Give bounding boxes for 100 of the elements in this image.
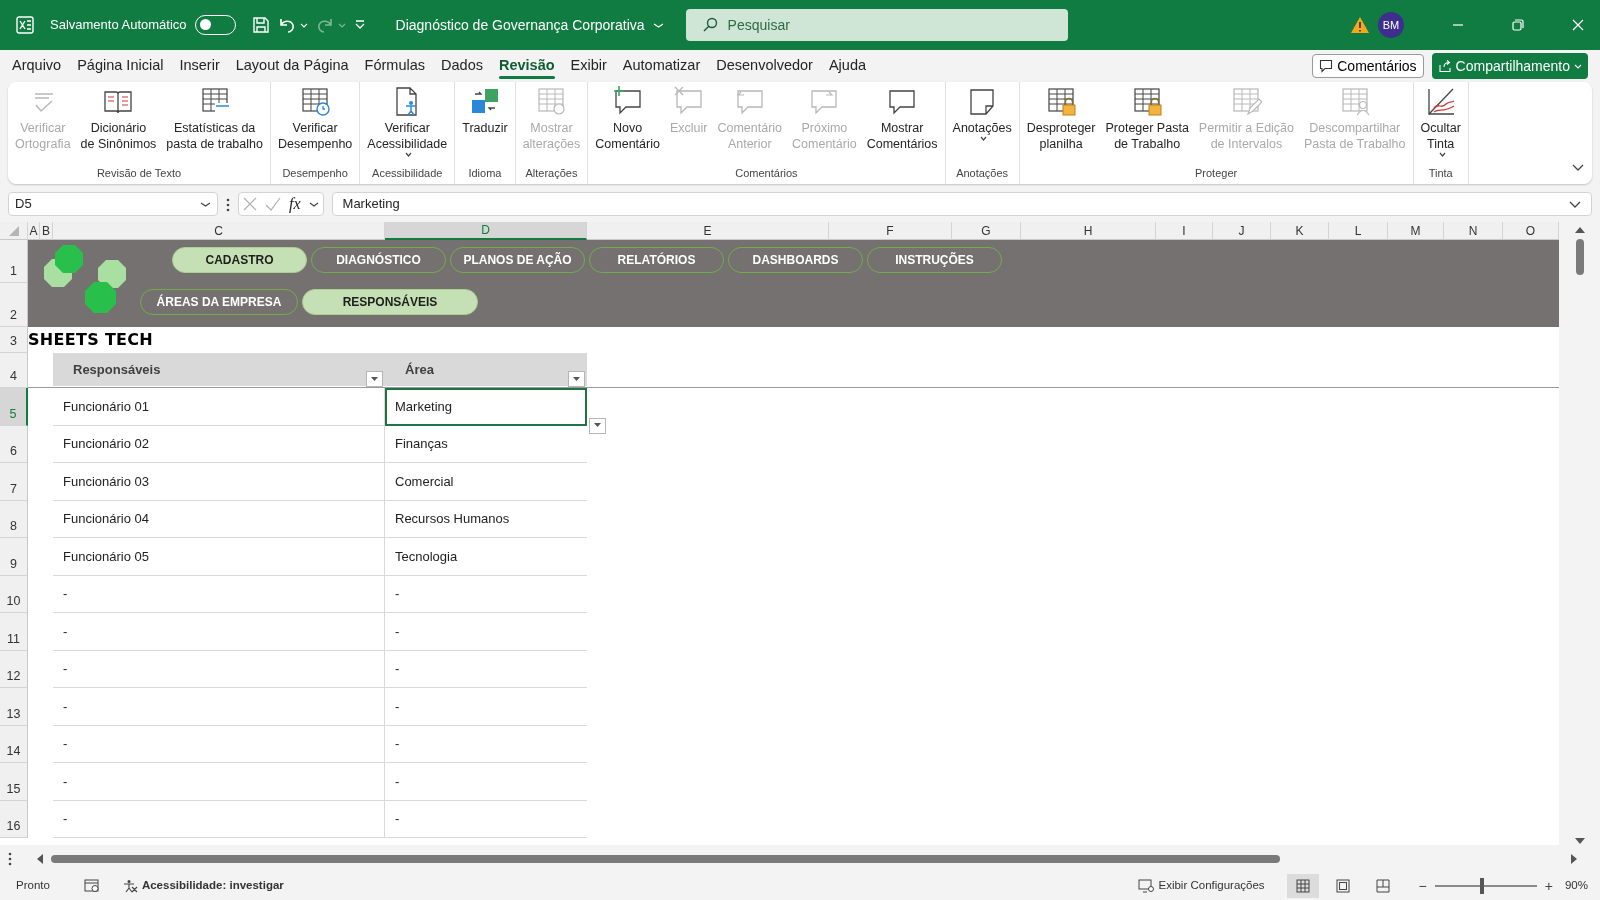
row-header[interactable]: 5 bbox=[0, 388, 28, 426]
name-box[interactable]: D5 bbox=[8, 192, 218, 216]
zoom-out-button[interactable]: − bbox=[1414, 875, 1431, 897]
menu-tab[interactable]: Ajuda bbox=[820, 51, 875, 81]
checkmark-icon[interactable] bbox=[265, 197, 281, 211]
column-header[interactable]: B bbox=[40, 222, 53, 240]
table-cell[interactable]: Funcionário 04 bbox=[53, 500, 385, 538]
spreadsheet-logo-icon[interactable] bbox=[16, 16, 34, 34]
table-cell[interactable]: Funcionário 02 bbox=[53, 425, 385, 463]
row-header[interactable]: 16 bbox=[0, 800, 28, 838]
row-header[interactable]: 2 bbox=[0, 283, 28, 327]
row-header[interactable]: 7 bbox=[0, 463, 28, 501]
table-cell[interactable]: - bbox=[53, 575, 385, 613]
column-header[interactable]: N bbox=[1444, 222, 1503, 240]
menu-tab[interactable]: Automatizar bbox=[614, 51, 709, 81]
row-header[interactable]: 14 bbox=[0, 725, 28, 763]
ribbon-button[interactable]: Verificar Desempenho bbox=[272, 84, 358, 154]
document-title[interactable]: Diagnóstico de Governança Corporativa bbox=[389, 13, 670, 37]
row-header[interactable]: 9 bbox=[0, 538, 28, 576]
scroll-down-icon[interactable] bbox=[1574, 838, 1585, 845]
menu-tab[interactable]: Inserir bbox=[171, 51, 228, 81]
scroll-left-icon[interactable] bbox=[36, 853, 43, 864]
restore-icon[interactable] bbox=[1512, 19, 1524, 31]
column-header[interactable]: O bbox=[1503, 222, 1559, 240]
search-field[interactable]: Pesquisar bbox=[685, 9, 1068, 41]
table-cell[interactable]: - bbox=[53, 650, 385, 688]
table-cell[interactable]: - bbox=[385, 650, 587, 688]
menu-tab[interactable]: Exibir bbox=[562, 51, 615, 81]
insert-function-button[interactable]: fx bbox=[289, 192, 301, 216]
scroll-up-icon[interactable] bbox=[1574, 226, 1585, 233]
nav-button[interactable]: RESPONSÁVEIS bbox=[302, 289, 478, 315]
scroll-right-icon[interactable] bbox=[1571, 853, 1578, 864]
save-icon[interactable] bbox=[251, 16, 270, 34]
row-header[interactable]: 15 bbox=[0, 763, 28, 801]
ribbon-button[interactable]: Novo Comentário bbox=[590, 84, 665, 154]
display-settings-button[interactable]: Exibir Configurações bbox=[1132, 876, 1271, 896]
expand-icon[interactable] bbox=[1569, 200, 1581, 209]
avatar[interactable]: BM bbox=[1378, 12, 1404, 38]
more-icon[interactable] bbox=[8, 851, 12, 866]
row-header[interactable]: 6 bbox=[0, 425, 28, 463]
ribbon-button[interactable]: Proteger Pasta de Trabalho bbox=[1100, 84, 1194, 154]
table-cell[interactable]: - bbox=[385, 763, 587, 801]
row-header[interactable]: 11 bbox=[0, 613, 28, 651]
table-cell[interactable]: Tecnologia bbox=[385, 538, 587, 576]
column-header[interactable]: J bbox=[1213, 222, 1271, 240]
column-header[interactable]: K bbox=[1271, 222, 1329, 240]
menu-tab[interactable]: Arquivo bbox=[4, 51, 70, 81]
row-header[interactable]: 4 bbox=[0, 353, 28, 388]
row-header[interactable]: 10 bbox=[0, 575, 28, 613]
table-cell[interactable]: - bbox=[53, 688, 385, 726]
menu-tab[interactable]: Fórmulas bbox=[356, 51, 434, 81]
row-header[interactable]: 3 bbox=[0, 327, 28, 353]
row-header[interactable]: 13 bbox=[0, 688, 28, 726]
row-header[interactable]: 8 bbox=[0, 500, 28, 538]
column-header[interactable]: C bbox=[53, 222, 385, 240]
ribbon-button[interactable]: Estatísticas da pasta de trabalho bbox=[161, 84, 268, 154]
undo-icon[interactable] bbox=[277, 16, 296, 34]
row-header[interactable]: 12 bbox=[0, 650, 28, 688]
accessibility-status[interactable]: Acessibilidade: investigar bbox=[141, 877, 284, 895]
ribbon-button[interactable]: Traduzir bbox=[457, 84, 513, 138]
column-header[interactable]: A bbox=[28, 222, 40, 240]
zoom-in-button[interactable]: + bbox=[1540, 875, 1557, 897]
ribbon-button[interactable]: Verificar Acessibilidade bbox=[362, 84, 453, 159]
table-cell[interactable]: - bbox=[385, 725, 587, 763]
ribbon-button[interactable]: Anotações bbox=[947, 84, 1017, 143]
table-cell[interactable]: - bbox=[53, 763, 385, 801]
table-cell[interactable]: Finanças bbox=[385, 425, 587, 463]
scrollbar-thumb[interactable] bbox=[1575, 239, 1584, 275]
table-cell[interactable]: Funcionário 05 bbox=[53, 538, 385, 576]
menu-tab[interactable]: Dados bbox=[433, 51, 491, 81]
slider-thumb[interactable] bbox=[1479, 878, 1484, 894]
column-header[interactable]: M bbox=[1388, 222, 1444, 240]
filter-button[interactable] bbox=[366, 371, 383, 387]
table-cell[interactable]: Funcionário 03 bbox=[53, 463, 385, 501]
table-cell[interactable]: - bbox=[53, 725, 385, 763]
column-header[interactable]: D bbox=[385, 222, 587, 240]
table-cell[interactable]: - bbox=[385, 613, 587, 651]
formula-field[interactable]: Marketing bbox=[331, 192, 1592, 216]
filter-button[interactable] bbox=[568, 371, 585, 387]
column-header[interactable]: E bbox=[587, 222, 829, 240]
column-header[interactable]: L bbox=[1329, 222, 1388, 240]
table-cell[interactable]: - bbox=[385, 800, 587, 838]
column-header[interactable]: G bbox=[952, 222, 1021, 240]
row-header[interactable]: 1 bbox=[0, 240, 28, 283]
menu-tab[interactable]: Página Inicial bbox=[69, 51, 172, 81]
table-cell[interactable]: - bbox=[53, 613, 385, 651]
accessibility-icon[interactable] bbox=[121, 879, 138, 893]
ribbon-button[interactable]: Desproteger planilha bbox=[1021, 84, 1101, 154]
column-header[interactable]: I bbox=[1156, 222, 1213, 240]
table-cell[interactable]: - bbox=[385, 688, 587, 726]
comments-button[interactable]: Comentários bbox=[1312, 54, 1424, 78]
column-header[interactable]: H bbox=[1021, 222, 1156, 240]
table-cell[interactable]: Funcionário 01 bbox=[53, 388, 385, 426]
menu-tab[interactable]: Desenvolvedor bbox=[708, 51, 821, 81]
more-icon[interactable] bbox=[226, 197, 230, 212]
scrollbar-thumb[interactable] bbox=[51, 854, 1280, 863]
ribbon-button[interactable]: Mostrar Comentários bbox=[861, 84, 943, 154]
close-icon[interactable] bbox=[1572, 19, 1584, 31]
ribbon-button[interactable]: Ocultar Tinta bbox=[1415, 84, 1466, 159]
table-cell[interactable]: - bbox=[385, 575, 587, 613]
